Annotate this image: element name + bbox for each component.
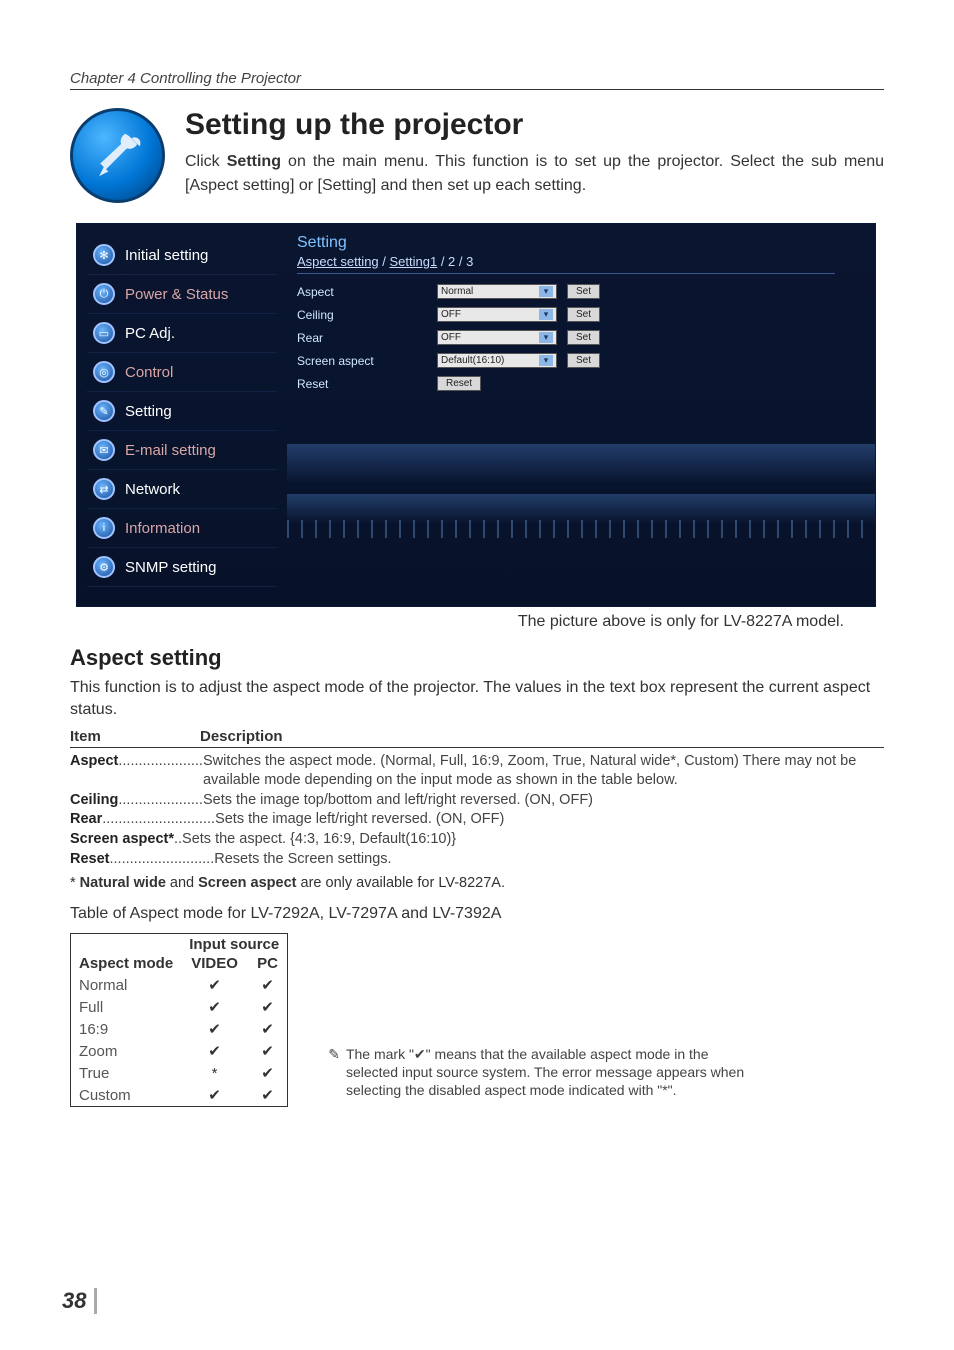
setting-label: Screen aspect [297, 354, 427, 368]
table-row: Full✔✔ [71, 996, 288, 1018]
sidebar-item-label: E-mail setting [125, 442, 216, 459]
chevron-down-icon: ▾ [539, 309, 553, 320]
sidebar-item-control[interactable]: ◎ Control [87, 353, 277, 392]
table-row: Normal✔✔ [71, 974, 288, 996]
sidebar-item-power-status[interactable]: ⏻ Power & Status [87, 275, 277, 314]
setting-select[interactable]: Default(16:10)▾ [437, 353, 557, 368]
settings-screenshot: ✻ Initial setting ⏻ Power & Status ▭ PC Adj. ◎… [76, 223, 876, 607]
sidebar-item-information[interactable]: i Information [87, 509, 277, 548]
footnote: * Natural wide and Screen aspect are onl… [70, 875, 884, 891]
table-row: Zoom✔✔ [71, 1040, 288, 1062]
sidebar-icon: i [93, 517, 115, 539]
tab-setting1[interactable]: Setting1 [390, 254, 438, 269]
panel-title: Setting [297, 234, 835, 252]
intro-text: Click Setting on the main menu. This fun… [185, 150, 884, 198]
setting-row-aspect: Aspect Normal▾ Set [297, 280, 835, 303]
table-caption: Table of Aspect mode for LV-7292A, LV-72… [70, 905, 884, 923]
description-header: Item Description [70, 728, 884, 748]
desc-row: Aspect.....................Switches the … [70, 752, 884, 791]
setting-label: Reset [297, 377, 427, 391]
table-row: Custom✔✔ [71, 1084, 288, 1107]
sidebar-item-label: Power & Status [125, 286, 228, 303]
setting-row-ceiling: Ceiling OFF▾ Set [297, 303, 835, 326]
reset-button[interactable]: Reset [437, 376, 481, 391]
sidebar-item-setting[interactable]: ✎ Setting [87, 392, 277, 431]
table-row: True*✔ [71, 1062, 288, 1084]
aspect-mode-table: Input source Aspect mode VIDEO PC Normal… [70, 933, 288, 1107]
sidebar-icon: ✎ [93, 400, 115, 422]
sidebar: ✻ Initial setting ⏻ Power & Status ▭ PC Adj. ◎… [77, 224, 287, 606]
sidebar-item-label: Setting [125, 403, 172, 420]
setting-label: Aspect [297, 285, 427, 299]
sidebar-item-label: Initial setting [125, 247, 208, 264]
table-row: 16:9✔✔ [71, 1018, 288, 1040]
sidebar-icon: ▭ [93, 322, 115, 344]
setting-row-reset: Reset Reset [297, 372, 835, 395]
chevron-down-icon: ▾ [539, 355, 553, 366]
set-button[interactable]: Set [567, 330, 600, 345]
panel-tabs: Aspect setting / Setting1 / 2 / 3 [297, 254, 835, 274]
screenshot-caption: The picture above is only for LV-8227A m… [70, 613, 844, 631]
set-button[interactable]: Set [567, 307, 600, 322]
sidebar-item-initial-setting[interactable]: ✻ Initial setting [87, 236, 277, 275]
sidebar-icon: ⇄ [93, 478, 115, 500]
set-button[interactable]: Set [567, 353, 600, 368]
sidebar-icon: ⏻ [93, 283, 115, 305]
setting-select[interactable]: OFF▾ [437, 330, 557, 345]
set-button[interactable]: Set [567, 284, 600, 299]
sidebar-icon: ✻ [93, 244, 115, 266]
desc-row: Screen aspect*..Sets the aspect. {4:3, 1… [70, 830, 884, 850]
page-title: Setting up the projector [185, 108, 884, 142]
setting-label: Ceiling [297, 308, 427, 322]
sidebar-item-label: Information [125, 520, 200, 537]
tab-aspect-setting[interactable]: Aspect setting [297, 254, 379, 269]
pencil-icon: ✎ [328, 1045, 340, 1100]
setting-row-rear: Rear OFF▾ Set [297, 326, 835, 349]
desc-row: Rear............................Sets the… [70, 810, 884, 830]
setting-label: Rear [297, 331, 427, 345]
sidebar-item-label: SNMP setting [125, 559, 216, 576]
note: ✎ The mark "✔" means that the available … [328, 1045, 758, 1100]
settings-panel: Setting Aspect setting / Setting1 / 2 / … [287, 224, 875, 606]
sidebar-icon: ⚙ [93, 556, 115, 578]
wrench-icon [70, 108, 165, 203]
sidebar-item-label: PC Adj. [125, 325, 175, 342]
page-number: 38 [62, 1288, 97, 1314]
desc-row: Ceiling.....................Sets the ima… [70, 791, 884, 811]
sidebar-icon: ✉ [93, 439, 115, 461]
sidebar-item-label: Control [125, 364, 173, 381]
sidebar-item-network[interactable]: ⇄ Network [87, 470, 277, 509]
setting-select[interactable]: OFF▾ [437, 307, 557, 322]
chevron-down-icon: ▾ [539, 286, 553, 297]
chapter-header: Chapter 4 Controlling the Projector [70, 70, 884, 90]
setting-select[interactable]: Normal▾ [437, 284, 557, 299]
sidebar-item-snmp-setting[interactable]: ⚙ SNMP setting [87, 548, 277, 587]
setting-row-screen-aspect: Screen aspect Default(16:10)▾ Set [297, 349, 835, 372]
aspect-intro: This function is to adjust the aspect mo… [70, 677, 884, 722]
sidebar-item-pc-adj-[interactable]: ▭ PC Adj. [87, 314, 277, 353]
desc-row: Reset..........................Resets th… [70, 850, 884, 870]
chevron-down-icon: ▾ [539, 332, 553, 343]
sidebar-item-e-mail-setting[interactable]: ✉ E-mail setting [87, 431, 277, 470]
aspect-setting-heading: Aspect setting [70, 645, 884, 671]
sidebar-icon: ◎ [93, 361, 115, 383]
sidebar-item-label: Network [125, 481, 180, 498]
